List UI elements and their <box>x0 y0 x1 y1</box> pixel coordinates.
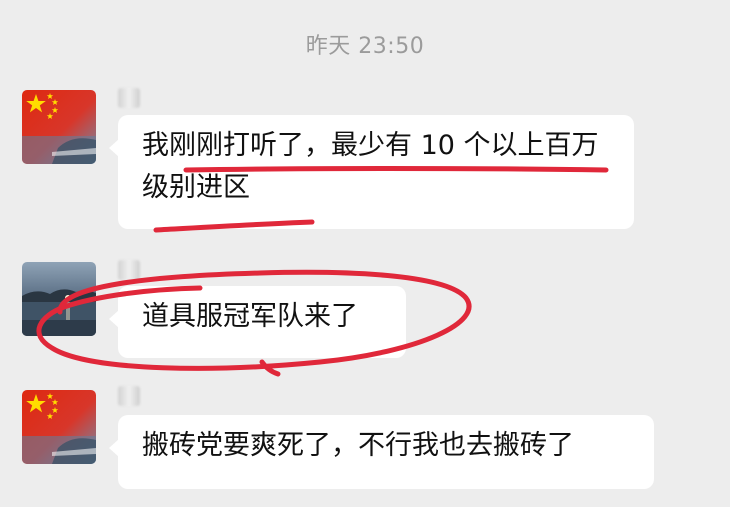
message-bubble-2[interactable]: 道具服冠军队来了 <box>109 286 406 358</box>
sender-name-blurred <box>118 386 140 406</box>
message-bubble-1[interactable]: 我刚刚打听了，最少有 10 个以上百万级别进区 <box>109 115 634 229</box>
red-circle-tail <box>259 359 281 377</box>
lake-scenery-avatar-icon[interactable] <box>22 262 96 336</box>
sender-name-blurred <box>118 88 140 108</box>
message-text-3: 搬砖党要爽死了，不行我也去搬砖了 <box>142 430 574 461</box>
message-text-2: 道具服冠军队来了 <box>142 301 358 332</box>
message-bubble-3[interactable]: 搬砖党要爽死了，不行我也去搬砖了 <box>109 415 654 489</box>
china-flag-avatar-icon[interactable] <box>22 390 96 464</box>
china-flag-avatar-icon[interactable] <box>22 90 96 164</box>
chat-timestamp: 昨天 23:50 <box>305 34 425 59</box>
message-text-1: 我刚刚打听了，最少有 10 个以上百万级别进区 <box>142 130 599 203</box>
sender-name-blurred <box>118 260 140 280</box>
